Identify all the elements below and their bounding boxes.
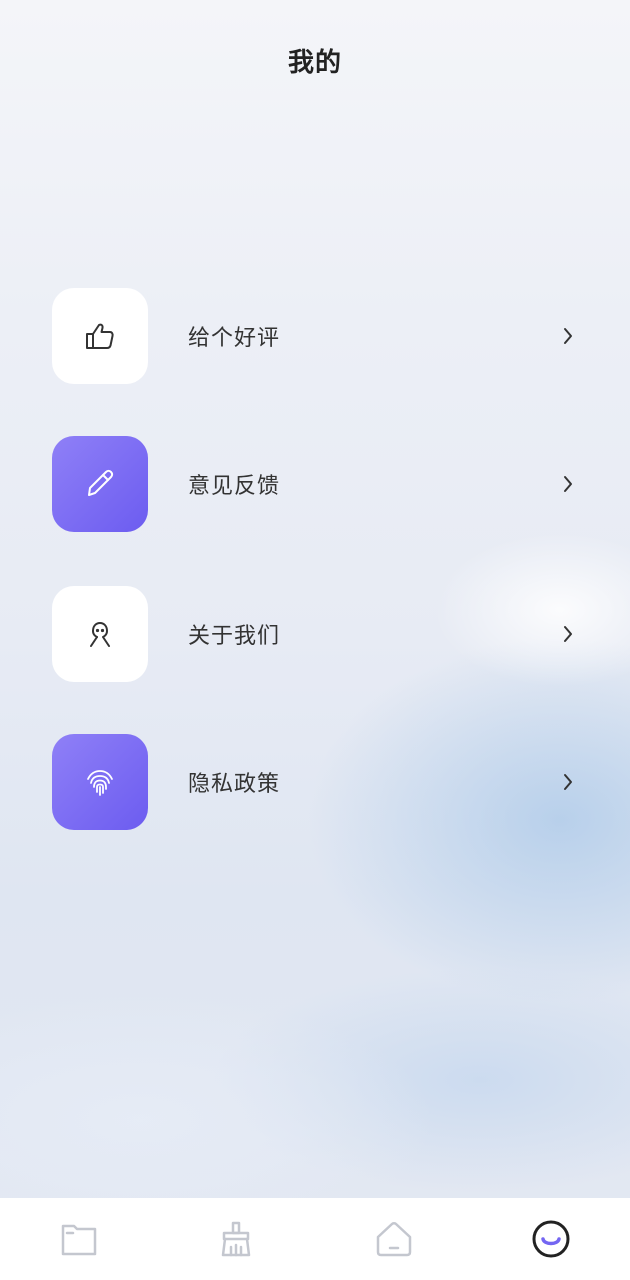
page-title: 我的 — [287, 48, 342, 78]
person-icon — [90, 622, 110, 647]
bottom-tab-bar — [0, 1198, 630, 1280]
chevron-right-icon — [558, 624, 578, 644]
home-icon — [376, 1222, 411, 1257]
menu-item-about[interactable]: 关于我们 — [52, 586, 582, 682]
tab-files[interactable] — [39, 1204, 119, 1274]
menu-label-about: 关于我们 — [188, 624, 281, 649]
chevron-right-icon — [558, 474, 578, 494]
privacy-icon-box — [52, 734, 148, 830]
menu-item-privacy[interactable]: 隐私政策 — [52, 734, 582, 830]
menu-item-feedback[interactable]: 意见反馈 — [52, 436, 582, 532]
folder-icon — [61, 1224, 96, 1256]
chevron-right-icon — [558, 326, 578, 346]
broom-icon — [222, 1221, 251, 1257]
fingerprint-icon — [87, 770, 113, 796]
about-icon-box — [52, 586, 148, 682]
menu-label-rate: 给个好评 — [188, 326, 281, 351]
rate-icon-box — [52, 288, 148, 384]
menu-label-feedback: 意见反馈 — [188, 474, 281, 499]
menu-item-rate[interactable]: 给个好评 — [52, 288, 582, 384]
tab-home[interactable] — [354, 1204, 434, 1274]
menu-label-privacy: 隐私政策 — [188, 772, 281, 797]
chevron-right-icon — [558, 772, 578, 792]
tab-clean[interactable] — [196, 1204, 276, 1274]
smiley-icon — [532, 1220, 570, 1258]
pencil-icon — [88, 469, 114, 496]
tab-mine[interactable] — [511, 1204, 591, 1274]
thumbs-up-icon — [86, 323, 114, 349]
feedback-icon-box — [52, 436, 148, 532]
